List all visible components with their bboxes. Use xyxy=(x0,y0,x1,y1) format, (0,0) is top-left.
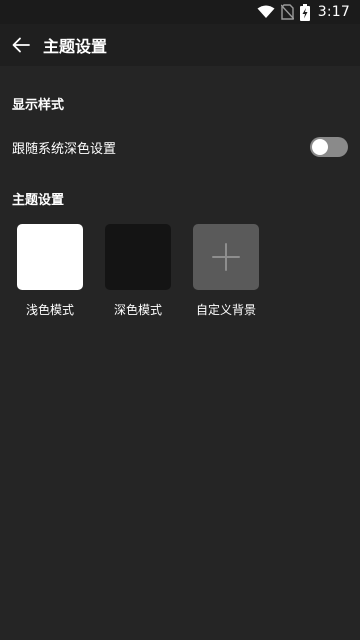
plus-icon xyxy=(211,242,241,272)
back-button[interactable] xyxy=(1,24,41,66)
custom-background-swatch[interactable] xyxy=(193,224,259,290)
theme-option-dark[interactable]: 深色模式 xyxy=(105,224,171,318)
status-bar: 3:17 xyxy=(0,0,360,24)
dark-theme-label: 深色模式 xyxy=(113,303,162,317)
theme-settings-screen: 3:17 主题设置 显示样式 跟随系统深色设置 主题设置 浅色模式 深色模式 自… xyxy=(0,0,360,640)
follow-system-dark-label: 跟随系统深色设置 xyxy=(12,141,117,157)
app-bar: 主题设置 xyxy=(0,24,360,66)
light-theme-swatch[interactable] xyxy=(17,224,83,290)
battery-charging-icon xyxy=(299,3,310,21)
display-style-header: 显示样式 xyxy=(12,98,65,113)
follow-system-dark-row[interactable]: 跟随系统深色设置 xyxy=(0,129,360,165)
status-time: 3:17 xyxy=(317,4,350,20)
dark-theme-swatch[interactable] xyxy=(105,224,171,290)
follow-system-dark-toggle[interactable] xyxy=(310,137,348,157)
theme-settings-header: 主题设置 xyxy=(12,193,65,208)
light-theme-label: 浅色模式 xyxy=(25,303,74,317)
theme-option-light[interactable]: 浅色模式 xyxy=(17,224,83,318)
no-sim-icon xyxy=(280,4,294,20)
wifi-icon xyxy=(257,5,275,19)
custom-background-label: 自定义背景 xyxy=(195,303,256,317)
theme-option-custom[interactable]: 自定义背景 xyxy=(193,224,259,318)
page-title: 主题设置 xyxy=(43,37,108,56)
arrow-left-icon xyxy=(12,37,30,53)
toggle-knob xyxy=(312,139,328,155)
